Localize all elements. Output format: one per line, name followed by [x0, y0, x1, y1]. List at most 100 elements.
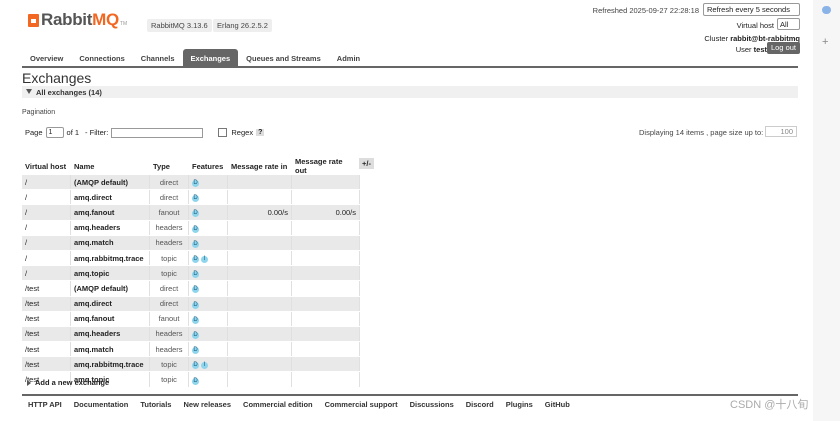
cell-exchange-name[interactable]: amq.match — [70, 235, 150, 251]
cell-exchange-name[interactable]: amq.match — [70, 341, 150, 358]
table-row[interactable]: /test amq.match headers D — [22, 341, 360, 358]
cell-rate-out — [291, 326, 360, 343]
col-message-rate-out[interactable]: Message rate out — [291, 157, 360, 175]
erlang-version: Erlang 26.2.5.2 — [213, 19, 272, 32]
tab-channels[interactable]: Channels — [133, 49, 183, 66]
footer-link-github[interactable]: GitHub — [539, 400, 576, 409]
tab-exchanges[interactable]: Exchanges — [182, 49, 239, 66]
regex-help-button[interactable]: ? — [256, 129, 265, 136]
col-virtual-host[interactable]: Virtual host — [22, 157, 71, 175]
footer-link-commercial-edition[interactable]: Commercial edition — [237, 400, 319, 409]
cell-rate-out — [291, 175, 360, 191]
nav-divider — [22, 66, 798, 68]
cell-virtual-host: / — [22, 235, 71, 251]
footer-link-discussions[interactable]: Discussions — [404, 400, 460, 409]
footer-link-plugins[interactable]: Plugins — [500, 400, 539, 409]
durable-badge: D — [192, 225, 199, 233]
footer-link-http-api[interactable]: HTTP API — [22, 400, 68, 409]
cell-features: DI — [188, 250, 228, 267]
page-select[interactable]: 1 — [45, 127, 64, 138]
pagination-row: Page 1 of 1 - Filter: Regex ? — [25, 127, 265, 138]
durable-badge: D — [192, 316, 199, 324]
cell-virtual-host: / — [22, 265, 71, 282]
cell-rate-in — [227, 235, 292, 251]
col-type[interactable]: Type — [149, 157, 189, 175]
cell-features: D — [188, 371, 228, 388]
refreshed-timestamp: Refreshed 2025-09-27 22:28:18 — [592, 6, 699, 15]
cell-virtual-host: / — [22, 189, 71, 206]
csdn-watermark: CSDN @十八旬 — [730, 399, 809, 411]
table-row[interactable]: /test amq.headers headers D — [22, 326, 360, 343]
cell-type: headers — [149, 235, 189, 251]
cell-exchange-name[interactable]: amq.topic — [70, 265, 150, 282]
tab-admin[interactable]: Admin — [329, 49, 368, 66]
refresh-interval-select[interactable]: Refresh every 5 seconds — [703, 3, 800, 16]
vhost-select[interactable]: All — [777, 18, 800, 30]
cell-exchange-name[interactable]: amq.direct — [70, 296, 150, 312]
durable-badge: D — [192, 210, 199, 218]
footer-link-discord[interactable]: Discord — [460, 400, 500, 409]
browser-side-rail — [813, 0, 840, 421]
logout-button[interactable]: Log out — [766, 42, 800, 54]
footer-link-documentation[interactable]: Documentation — [68, 400, 135, 409]
table-row[interactable]: / amq.match headers D — [22, 235, 360, 251]
all-exchanges-section-toggle[interactable]: All exchanges (14) — [22, 86, 798, 98]
internal-badge: I — [201, 362, 208, 370]
footer-links: HTTP API Documentation Tutorials New rel… — [22, 400, 576, 409]
table-row[interactable]: / (AMQP default) direct D — [22, 175, 360, 191]
col-message-rate-in[interactable]: Message rate in — [227, 157, 292, 175]
tab-queues-and-streams[interactable]: Queues and Streams — [238, 49, 329, 66]
footer-link-commercial-support[interactable]: Commercial support — [319, 400, 404, 409]
internal-badge: I — [201, 256, 208, 264]
table-row[interactable]: / amq.fanout fanout D 0.00/s 0.00/s — [22, 204, 360, 221]
cell-rate-in — [227, 326, 292, 343]
cell-exchange-name[interactable]: amq.headers — [70, 220, 150, 236]
footer-link-tutorials[interactable]: Tutorials — [134, 400, 177, 409]
cell-rate-out — [291, 356, 360, 373]
cell-exchange-name[interactable]: amq.fanout — [70, 311, 150, 327]
cell-rate-out — [291, 235, 360, 251]
cell-type: topic — [149, 356, 189, 373]
rabbitmq-logo[interactable]: RabbitMQ TM — [28, 10, 127, 30]
cell-exchange-name[interactable]: amq.fanout — [70, 204, 150, 221]
add-icon[interactable]: + — [822, 36, 828, 48]
cell-features: D — [188, 204, 228, 221]
cell-features: D — [188, 341, 228, 358]
cell-exchange-name[interactable]: amq.rabbitmq.trace — [70, 356, 150, 373]
cell-rate-in — [227, 311, 292, 327]
tab-overview[interactable]: Overview — [22, 49, 71, 66]
table-row[interactable]: /test (AMQP default) direct D — [22, 280, 360, 297]
cell-type: fanout — [149, 204, 189, 221]
cell-type: topic — [149, 250, 189, 267]
vhost-label: Virtual host — [736, 21, 774, 30]
col-name[interactable]: Name — [70, 157, 150, 175]
cell-rate-in — [227, 280, 292, 297]
cell-exchange-name[interactable]: amq.rabbitmq.trace — [70, 250, 150, 267]
durable-badge: D — [192, 195, 199, 203]
col-features: Features — [188, 157, 228, 175]
table-row[interactable]: / amq.rabbitmq.trace topic D I — [22, 250, 360, 267]
table-row[interactable]: /test amq.fanout fanout D — [22, 311, 360, 327]
table-row[interactable]: /test amq.direct direct D — [22, 296, 360, 312]
cell-features: D — [188, 296, 228, 312]
table-row[interactable]: / amq.topic topic D — [22, 265, 360, 282]
collapse-triangle-icon — [26, 89, 32, 94]
cell-exchange-name[interactable]: amq.direct — [70, 189, 150, 206]
add-exchange-toggle[interactable]: Add a new exchange — [27, 378, 109, 387]
column-toggle-button[interactable]: +/- — [359, 158, 374, 169]
table-row[interactable]: / amq.headers headers D — [22, 220, 360, 236]
cell-exchange-name[interactable]: (AMQP default) — [70, 175, 150, 191]
table-row[interactable]: / amq.direct direct D — [22, 189, 360, 206]
cell-rate-in: 0.00/s — [227, 204, 292, 221]
page-title: Exchanges — [22, 70, 92, 86]
tab-connections[interactable]: Connections — [71, 49, 132, 66]
table-row[interactable]: /test amq.rabbitmq.trace topic D I — [22, 356, 360, 373]
chat-icon[interactable] — [822, 6, 831, 14]
regex-checkbox[interactable] — [218, 128, 228, 137]
filter-input[interactable] — [111, 127, 204, 138]
footer-link-new-releases[interactable]: New releases — [177, 400, 237, 409]
cell-virtual-host: / — [22, 204, 71, 221]
cell-exchange-name[interactable]: (AMQP default) — [70, 280, 150, 297]
cell-exchange-name[interactable]: amq.headers — [70, 326, 150, 343]
page-size-input[interactable]: 100 — [765, 126, 797, 137]
